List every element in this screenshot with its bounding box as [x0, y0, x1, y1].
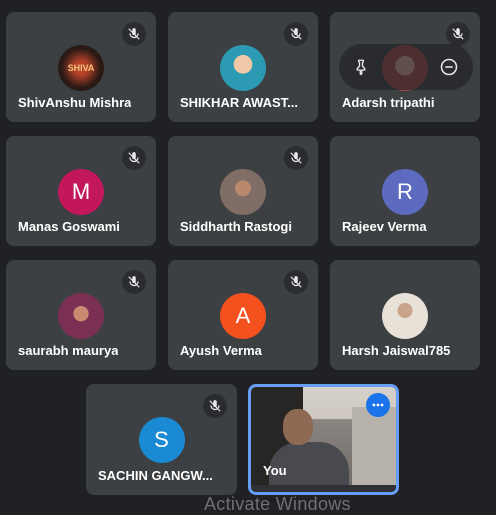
mic-off-icon: [122, 22, 146, 46]
more-horizontal-icon[interactable]: [366, 393, 390, 417]
mic-off-icon: [122, 270, 146, 294]
remove-icon[interactable]: [437, 55, 461, 79]
pin-icon[interactable]: [349, 55, 373, 79]
participant-tile[interactable]: S SACHIN GANGW...: [86, 384, 237, 495]
participant-tile[interactable]: SHIVA ShivAnshu Mishra: [6, 12, 156, 122]
avatar: S: [138, 417, 185, 463]
participant-name: Harsh Jaiswal785: [342, 343, 451, 358]
avatar: SHIVA: [58, 45, 104, 91]
participant-tile[interactable]: saurabh maurya: [6, 260, 156, 370]
participant-name: Manas Goswami: [18, 219, 120, 234]
self-video-tile[interactable]: You: [248, 384, 399, 495]
participant-name: SHIKHAR AWAST...: [180, 95, 298, 110]
avatar: [220, 45, 266, 91]
avatar: A: [220, 293, 266, 339]
avatar: [58, 293, 104, 339]
participant-name: Rajeev Verma: [342, 219, 427, 234]
mic-off-icon: [122, 146, 146, 170]
participant-name: saurabh maurya: [18, 343, 119, 358]
participant-name: Siddharth Rastogi: [180, 219, 292, 234]
participant-tile[interactable]: SHIKHAR AWAST...: [168, 12, 318, 122]
mic-off-icon: [203, 394, 227, 418]
avatar: [220, 169, 266, 215]
participant-tile[interactable]: Harsh Jaiswal785: [330, 260, 480, 370]
mic-off-icon: [284, 22, 308, 46]
participant-name: ShivAnshu Mishra: [18, 95, 132, 110]
avatar-logo-text: SHIVA: [67, 63, 95, 73]
mic-off-icon: [284, 270, 308, 294]
avatar: [382, 293, 428, 339]
tile-hover-controls: [339, 44, 473, 90]
self-label: You: [263, 463, 287, 478]
activate-windows-watermark: Activate Windows: [204, 494, 351, 514]
participant-tile[interactable]: A Ayush Verma: [168, 260, 318, 370]
participant-tile[interactable]: M Manas Goswami: [6, 136, 156, 246]
participant-tile[interactable]: Siddharth Rastogi: [168, 136, 318, 246]
mic-off-icon: [446, 22, 470, 46]
participant-name: Ayush Verma: [180, 343, 262, 358]
participant-name: SACHIN GANGW...: [98, 468, 213, 483]
avatar: M: [58, 169, 104, 215]
avatar: R: [382, 169, 428, 215]
mic-off-icon: [284, 146, 308, 170]
participant-name: Adarsh tripathi: [342, 95, 435, 110]
participant-tile[interactable]: R Rajeev Verma: [330, 136, 480, 246]
